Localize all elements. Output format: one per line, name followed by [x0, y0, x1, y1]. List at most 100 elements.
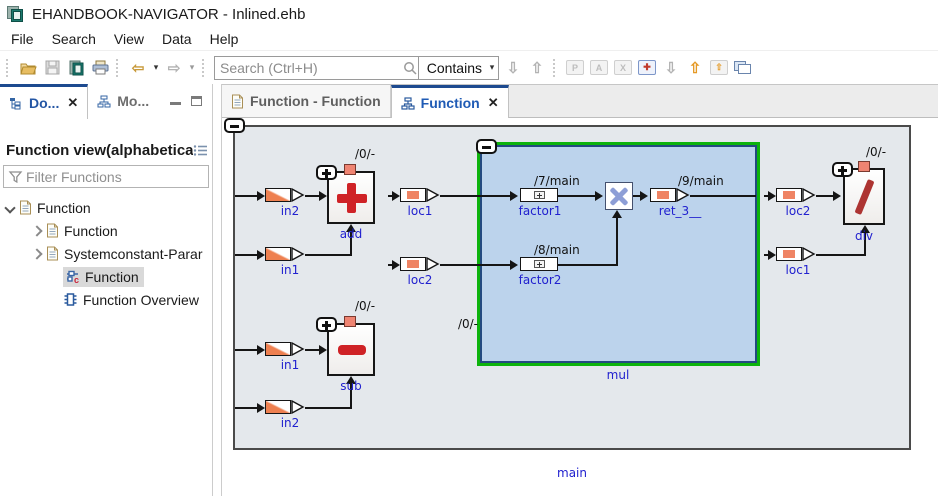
- connector-line: [440, 264, 512, 266]
- signal-ret3[interactable]: [650, 188, 676, 202]
- signal-arrow: [291, 188, 305, 202]
- view-menu-icon[interactable]: [193, 144, 208, 157]
- drill-up-button[interactable]: ⇧: [683, 56, 707, 80]
- expand-div-button[interactable]: [832, 162, 853, 177]
- editor-tabstrip: Function - Function Function ✕: [222, 84, 938, 118]
- multiply-operator[interactable]: [605, 182, 633, 210]
- handbook-icon: [68, 60, 84, 76]
- toolbar-separator: [553, 59, 560, 77]
- open-file-button[interactable]: [16, 56, 40, 80]
- arrowhead: [257, 191, 265, 201]
- connector-line: [558, 264, 618, 266]
- signal-loc2-right[interactable]: [776, 188, 802, 202]
- collapse-mul-button[interactable]: [476, 139, 497, 154]
- connector-line: [305, 254, 352, 256]
- tree-view-icon: [9, 97, 23, 110]
- chevron-right-icon[interactable]: [32, 249, 41, 258]
- menu-data[interactable]: Data: [153, 29, 201, 49]
- window-title: EHANDBOOK-NAVIGATOR - Inlined.ehb: [32, 6, 305, 23]
- menu-view[interactable]: View: [105, 29, 153, 49]
- arrowhead: [319, 345, 327, 355]
- print-button[interactable]: [88, 56, 112, 80]
- in1-label: in1: [260, 263, 320, 277]
- tree-item-function-overview[interactable]: Function Overview: [0, 288, 212, 311]
- factor2-annotation: /8/main: [534, 243, 580, 257]
- function-tree: Function Function Systemconstant-Parar c…: [0, 196, 212, 311]
- ehandbook-button[interactable]: [64, 56, 88, 80]
- signal-loc1-right[interactable]: [776, 247, 802, 261]
- expand-sub-button[interactable]: [316, 317, 337, 332]
- connector-line: [235, 195, 257, 197]
- arrowhead-up: [612, 210, 622, 218]
- tree-item-systemconstant[interactable]: Systemconstant-Parar: [0, 242, 212, 265]
- hide-elements-button[interactable]: X: [611, 56, 635, 80]
- maximize-icon[interactable]: [191, 96, 202, 106]
- left-panel-body: Function view(alphabetica Function Funct…: [0, 118, 212, 311]
- close-icon[interactable]: ✕: [488, 95, 499, 111]
- previous-result-button[interactable]: ⇧: [525, 56, 549, 80]
- sub-label: sub: [317, 379, 385, 393]
- search-mode-dropdown[interactable]: Contains: [419, 60, 486, 76]
- tab-model[interactable]: Mo...: [88, 84, 158, 118]
- menu-file[interactable]: File: [2, 29, 43, 49]
- menu-help[interactable]: Help: [201, 29, 248, 49]
- minimize-icon[interactable]: [170, 98, 181, 105]
- search-mode-caret[interactable]: ▾: [486, 62, 498, 73]
- signal-in1-bottom[interactable]: [265, 342, 291, 356]
- factor1-label: factor1: [510, 204, 570, 218]
- tab-function-function[interactable]: Function - Function: [222, 85, 391, 117]
- factor2-label: factor2: [510, 273, 570, 287]
- open-parent-diagram-button[interactable]: ⇧: [707, 56, 731, 80]
- hide-icon: X: [614, 60, 632, 75]
- svg-text:c: c: [74, 275, 79, 284]
- tab-function[interactable]: Function ✕: [391, 85, 509, 118]
- back-button[interactable]: ⇦: [126, 56, 150, 80]
- toolbar-separator: [202, 59, 209, 77]
- diagram-canvas[interactable]: main mul /0/- in2 /0/- add: [222, 118, 938, 496]
- add-port[interactable]: [344, 164, 356, 175]
- chevron-right-icon[interactable]: [32, 226, 41, 235]
- tab-label: Function - Function: [250, 93, 381, 109]
- tree-item-label: Function: [37, 200, 91, 216]
- tree-item-function-root[interactable]: Function: [0, 196, 212, 219]
- div-annotation: /0/-: [866, 145, 886, 159]
- menu-search[interactable]: Search: [43, 29, 105, 49]
- forward-history-caret[interactable]: ▾: [186, 62, 198, 73]
- edit-diagram-button[interactable]: ✚: [635, 56, 659, 80]
- back-history-caret[interactable]: ▾: [150, 62, 162, 73]
- sub-port[interactable]: [344, 316, 356, 327]
- div-port[interactable]: [858, 161, 870, 172]
- search-input[interactable]: [215, 60, 402, 76]
- signal-in2-bottom[interactable]: [265, 400, 291, 414]
- signal-loc1[interactable]: [400, 188, 426, 202]
- parameters-icon: P: [566, 60, 584, 75]
- close-icon[interactable]: ✕: [67, 95, 78, 111]
- show-parameters-button[interactable]: P: [563, 56, 587, 80]
- signal-loc2[interactable]: [400, 257, 426, 271]
- document-icon: [46, 223, 59, 238]
- signal-in1[interactable]: [265, 247, 291, 261]
- panel-sash[interactable]: [213, 84, 221, 496]
- mul-annotation: /0/-: [448, 317, 478, 331]
- labels-icon: A: [590, 60, 608, 75]
- filter-input[interactable]: [23, 169, 208, 185]
- forward-button[interactable]: ⇨: [162, 56, 186, 80]
- chevron-down-icon[interactable]: [5, 203, 14, 212]
- drill-down-button[interactable]: ⇩: [659, 56, 683, 80]
- toolbar-grip: [6, 59, 13, 77]
- collapse-main-button[interactable]: [224, 118, 245, 133]
- next-result-button[interactable]: ⇩: [501, 56, 525, 80]
- new-window-button[interactable]: [731, 56, 755, 80]
- tree-item-function-child[interactable]: Function: [0, 219, 212, 242]
- port-factor1[interactable]: [520, 188, 558, 202]
- panel-controls: [170, 84, 212, 118]
- tree-item-function-diagram[interactable]: c Function: [0, 265, 212, 288]
- signal-arrow: [426, 188, 440, 202]
- signal-in2[interactable]: [265, 188, 291, 202]
- expand-add-button[interactable]: [316, 165, 337, 180]
- show-labels-button[interactable]: A: [587, 56, 611, 80]
- save-button[interactable]: [40, 56, 64, 80]
- port-factor2[interactable]: [520, 257, 558, 271]
- tab-documents[interactable]: Do... ✕: [0, 84, 88, 119]
- add-label: add: [317, 227, 385, 241]
